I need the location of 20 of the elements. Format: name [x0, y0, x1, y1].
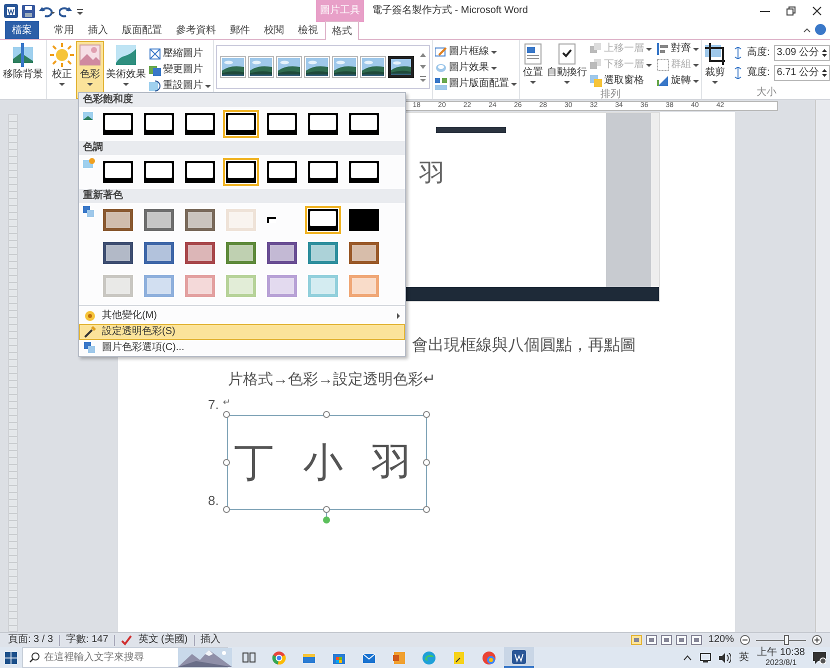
paragraph-text: 片格式→色彩→設定透明色彩↵: [228, 371, 437, 390]
list-number: 7.: [208, 397, 219, 413]
status-text: 字數: 147: [66, 634, 108, 646]
status-text: 頁面: 3 / 3: [8, 634, 54, 646]
field-label: 寬度:: [747, 67, 770, 79]
embedded-text: 羽: [419, 158, 445, 190]
field-label: 高度:: [747, 47, 770, 59]
window-title: 電子簽名製作方式 - Microsoft Word: [372, 5, 528, 17]
status-text: 英文 (美國): [138, 634, 188, 646]
paragraph-text: 會出現框線與八個圓點，再點圖: [412, 336, 637, 356]
contextual-tab-header: 圖片工具: [316, 0, 364, 22]
signature-text: 丁 小 羽: [234, 438, 420, 487]
section-header: 色調: [79, 141, 405, 155]
group-label: 大小: [756, 87, 778, 99]
section-header: 色彩飽和度: [79, 93, 405, 107]
group-label: 排列: [600, 89, 622, 99]
paragraph-mark: ↵: [222, 397, 230, 408]
status-text: 插入: [200, 634, 221, 646]
section-header: 重新著色: [79, 189, 405, 203]
list-number: 8.: [208, 493, 219, 509]
